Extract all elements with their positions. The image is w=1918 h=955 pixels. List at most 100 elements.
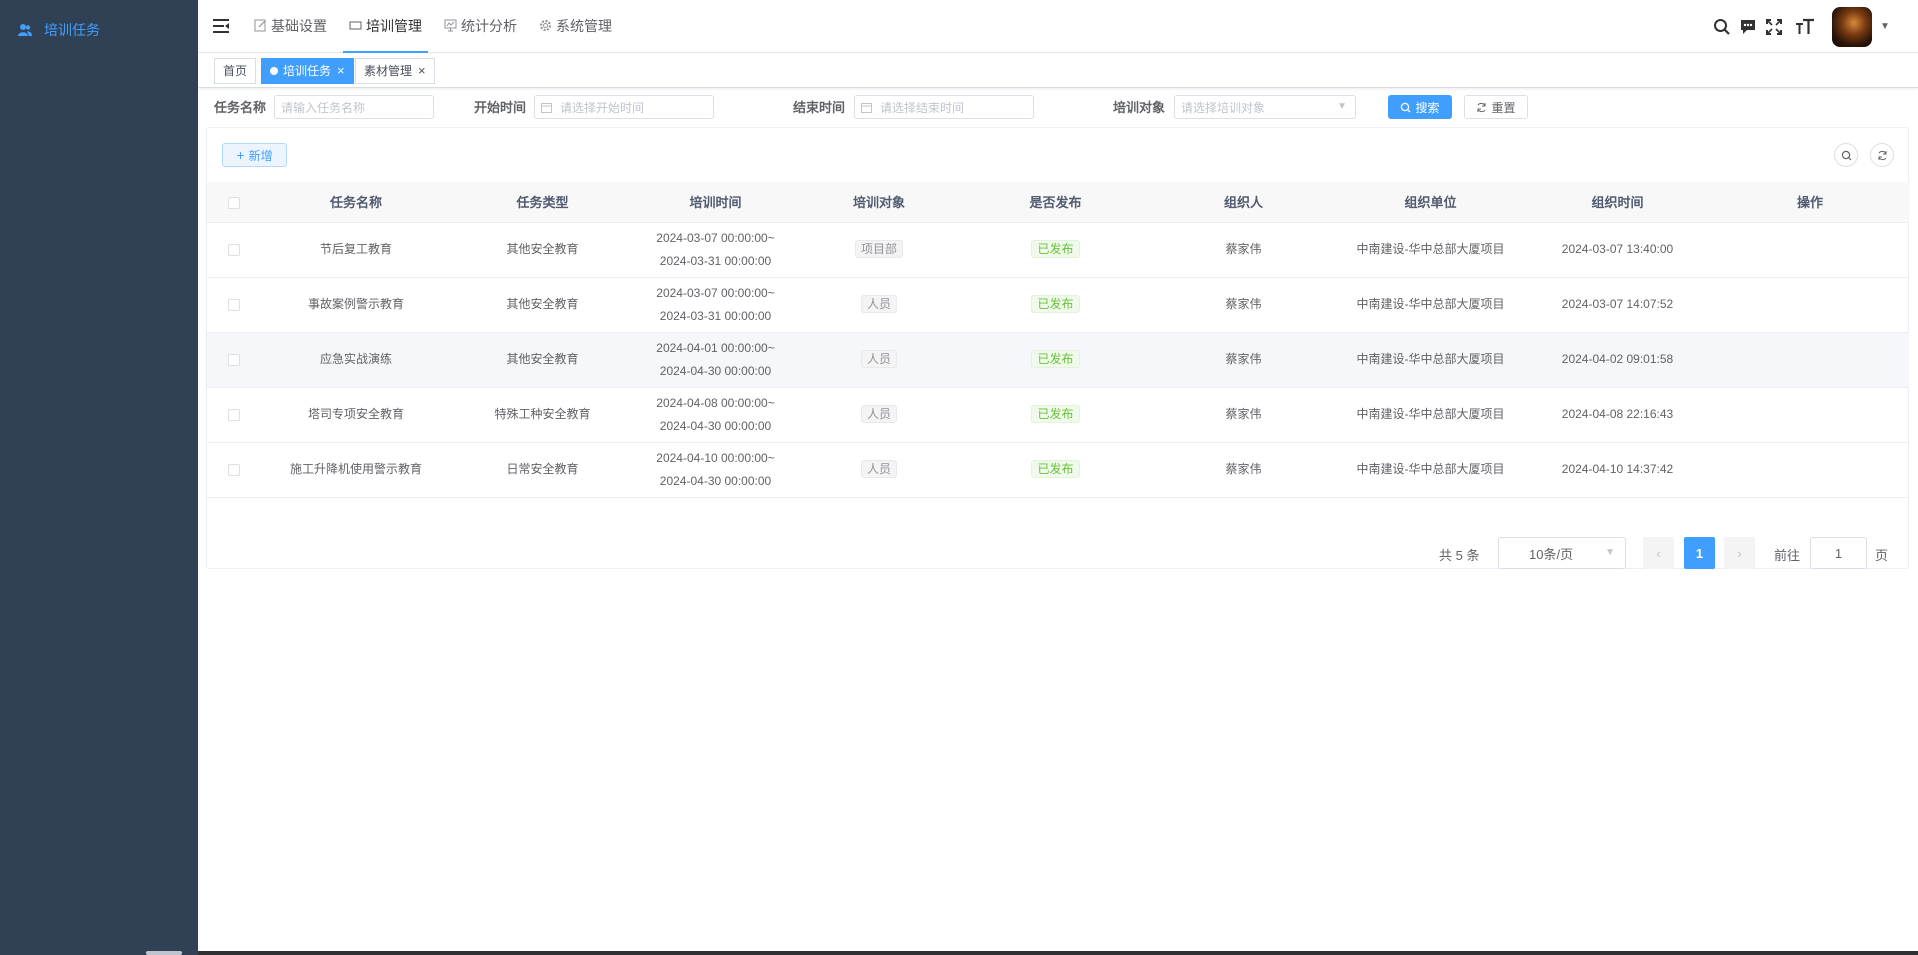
toggle-search-button[interactable] [1834,143,1858,167]
start-time-picker[interactable]: 请选择开始时间 [534,95,714,119]
task-name-label: 任务名称 [214,100,267,115]
cell-organizer: 蔡家伟 [1150,277,1337,333]
cell-time: 2024-04-08 00:00:00~ 2024-04-30 00:00:00 [634,387,797,443]
cell-organizer: 蔡家伟 [1150,222,1337,278]
target-tag: 人员 [860,295,897,313]
add-button[interactable]: + 新增 [222,143,287,167]
status-badge: 已发布 [1031,460,1080,478]
goto-page-input[interactable]: 1 [1810,537,1867,569]
end-time-picker[interactable]: 请选择结束时间 [854,95,1034,119]
table-row[interactable]: 施工升降机使用警示教育 日常安全教育 2024-04-10 00:00:00~ 2… [207,442,1909,498]
task-name-input[interactable]: 请输入任务名称 [274,95,434,119]
cell-time: 2024-03-07 00:00:00~ 2024-03-31 00:00:00 [634,277,797,333]
cell-type: 日常安全教育 [451,442,634,498]
nav-training-management[interactable]: 培训管理 [343,0,428,53]
cell-org-time: 2024-04-02 09:01:58 [1524,332,1711,388]
hamburger-icon[interactable] [212,17,230,35]
page-number-button[interactable]: 1 [1684,537,1715,569]
chevron-left-icon: ‹ [1656,545,1661,561]
calendar-icon [541,102,552,113]
cell-actions [1711,222,1909,278]
cell-time: 2024-04-01 00:00:00~ 2024-04-30 00:00:00 [634,332,797,388]
target-select[interactable]: 请选择培训对象 ▼ [1174,95,1356,119]
page-size-select[interactable]: 10条/页 ▼ [1498,537,1626,569]
scrollbar-thumb[interactable] [146,951,182,955]
status-badge: 已发布 [1031,240,1080,258]
prev-page-button[interactable]: ‹ [1643,537,1674,569]
reset-button[interactable]: 重置 [1464,95,1528,119]
cell-type: 其他安全教育 [451,332,634,388]
status-badge: 已发布 [1031,295,1080,313]
pagination-total: 共 5 条 [1439,548,1480,563]
nav-system-management[interactable]: 系统管理 [533,0,618,53]
row-checkbox[interactable] [228,298,240,311]
message-icon[interactable] [1735,14,1760,39]
cell-organizer: 蔡家伟 [1150,442,1337,498]
tag-material-management[interactable]: 素材管理 × [355,58,435,84]
nav-statistics[interactable]: 统计分析 [438,0,523,53]
sidebar-item-label: 培训任务 [44,22,100,38]
nav-basic-settings[interactable]: 基础设置 [248,0,333,53]
col-header: 是否发布 [961,182,1150,223]
table-row[interactable]: 事故案例警示教育 其他安全教育 2024-03-07 00:00:00~ 2024… [207,277,1909,333]
status-badge: 已发布 [1031,405,1080,423]
target-tag: 人员 [860,350,897,368]
cell-unit: 中南建设-华中总部大厦项目 [1337,277,1524,333]
cell-unit: 中南建设-华中总部大厦项目 [1337,222,1524,278]
col-header: 组织单位 [1337,182,1524,223]
chevron-down-icon[interactable]: ▼ [1880,21,1892,32]
top-right-tools: ▼ [1709,0,1918,53]
table-row[interactable]: 应急实战演练 其他安全教育 2024-04-01 00:00:00~ 2024-0… [207,332,1909,388]
select-all-checkbox[interactable] [228,196,240,209]
table-row[interactable]: 塔司专项安全教育 特殊工种安全教育 2024-04-08 00:00:00~ 20… [207,387,1909,443]
search-icon [1400,102,1411,113]
status-badge: 已发布 [1031,350,1080,368]
search-icon [1841,150,1851,160]
goto-label: 前往 [1774,548,1801,563]
font-size-icon[interactable] [1793,14,1818,39]
cell-org-time: 2024-03-07 13:40:00 [1524,222,1711,278]
tag-home[interactable]: 首页 [214,58,257,84]
next-page-button[interactable]: › [1724,537,1755,569]
row-checkbox[interactable] [228,463,240,476]
table-row[interactable]: 节后复工教育 其他安全教育 2024-03-07 00:00:00~ 2024-0… [207,222,1909,278]
col-header: 任务类型 [451,182,634,223]
cell-time: 2024-04-10 00:00:00~ 2024-04-30 00:00:00 [634,442,797,498]
row-checkbox[interactable] [228,408,240,421]
search-icon[interactable] [1709,14,1734,39]
cell-unit: 中南建设-华中总部大厦项目 [1337,332,1524,388]
cell-actions [1711,387,1909,443]
monitor-icon [349,19,362,32]
target-tag: 项目部 [854,240,903,258]
goto-unit-label: 页 [1875,548,1889,563]
cell-type: 其他安全教育 [451,222,634,278]
close-icon[interactable]: × [418,59,426,83]
sidebar-item-training-task[interactable]: 培训任务 [0,10,198,50]
tag-training-task[interactable]: 培训任务 × [261,58,354,84]
col-header: 组织人 [1150,182,1337,223]
cell-org-time: 2024-03-07 14:07:52 [1524,277,1711,333]
cell-actions [1711,442,1909,498]
refresh-icon [1476,102,1487,113]
cell-org-time: 2024-04-10 14:37:42 [1524,442,1711,498]
top-menu: 基础设置 培训管理 统计分析 系统管理 [248,0,628,53]
chart-icon [444,19,457,32]
close-icon[interactable]: × [337,59,345,83]
target-tag: 人员 [860,405,897,423]
row-checkbox[interactable] [228,243,240,256]
avatar[interactable] [1832,6,1872,47]
refresh-button[interactable] [1870,143,1894,167]
search-button[interactable]: 搜索 [1388,95,1452,119]
edit-icon [254,19,267,32]
gear-icon [539,19,552,32]
fullscreen-icon[interactable] [1761,14,1786,39]
cell-name: 应急实战演练 [261,332,451,388]
target-label: 培训对象 [1113,100,1166,115]
cell-unit: 中南建设-华中总部大厦项目 [1337,387,1524,443]
row-checkbox[interactable] [228,353,240,366]
col-header: 培训时间 [634,182,797,223]
cell-actions [1711,277,1909,333]
cell-name: 施工升降机使用警示教育 [261,442,451,498]
cell-actions [1711,332,1909,388]
bottom-edge [198,951,1918,955]
